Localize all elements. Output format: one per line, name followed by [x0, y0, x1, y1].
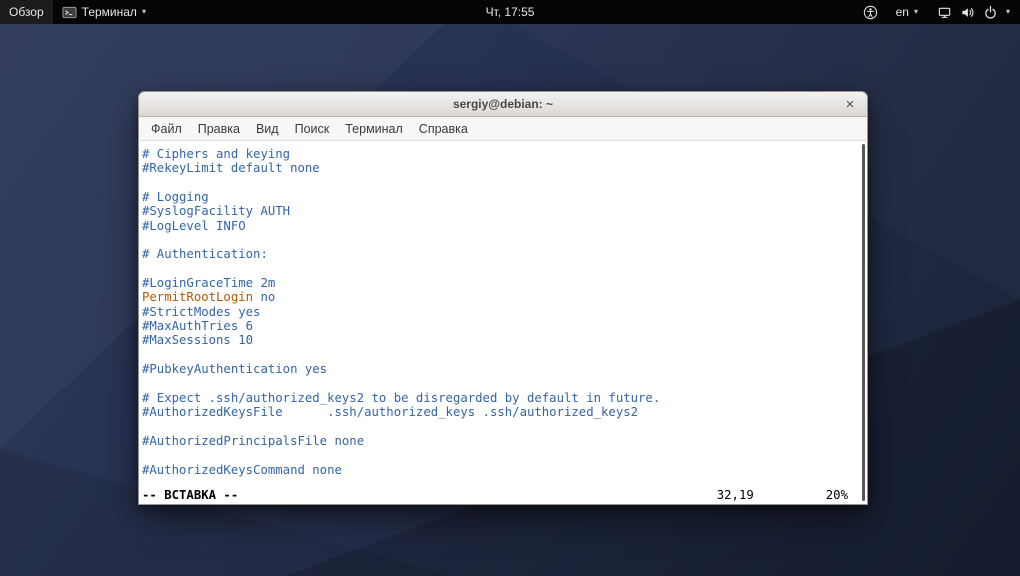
terminal-line: #AuthorizedKeysCommand none	[142, 463, 867, 477]
terminal-line: # Authentication:	[142, 247, 867, 261]
terminal-line: #LogLevel INFO	[142, 219, 867, 233]
menu-search-label: Поиск	[295, 122, 330, 136]
clock-label: Чт, 17:55	[486, 5, 535, 19]
terminal-icon	[62, 5, 77, 20]
terminal-text-segment: # Logging	[142, 190, 209, 204]
terminal-text-segment: #PubkeyAuthentication yes	[142, 362, 327, 376]
menu-help-label: Справка	[419, 122, 468, 136]
terminal-line: #MaxAuthTries 6	[142, 319, 867, 333]
menu-search[interactable]: Поиск	[287, 117, 338, 140]
keyboard-layout-button[interactable]: en ▾	[887, 0, 927, 24]
network-icon	[937, 5, 952, 20]
terminal-text-segment: #AuthorizedPrincipalsFile none	[142, 434, 364, 448]
terminal-text-segment: #AuthorizedKeysFile .ssh/authorized_keys…	[142, 405, 638, 419]
terminal-line: #PubkeyAuthentication yes	[142, 362, 867, 376]
terminal-line: PermitRootLogin no	[142, 290, 867, 304]
close-button[interactable]: ×	[839, 92, 861, 116]
menu-view-label: Вид	[256, 122, 279, 136]
terminal-text-segment: #StrictModes yes	[142, 305, 260, 319]
terminal-text-segment: PermitRootLogin	[142, 290, 253, 304]
vim-scroll-percent: 20%	[826, 488, 848, 502]
terminal-line: #StrictModes yes	[142, 305, 867, 319]
accessibility-icon	[863, 5, 878, 20]
terminal-content[interactable]: # Ciphers and keying#RekeyLimit default …	[138, 141, 868, 505]
menu-edit-label: Правка	[198, 122, 240, 136]
terminal-line: # Logging	[142, 190, 867, 204]
terminal-line: #AuthorizedPrincipalsFile none	[142, 434, 867, 448]
terminal-line: #AuthorizedKeysFile .ssh/authorized_keys…	[142, 405, 867, 419]
terminal-line: # Expect .ssh/authorized_keys2 to be dis…	[142, 391, 867, 405]
terminal-text-segment: # Ciphers and keying	[142, 147, 290, 161]
terminal-line	[142, 420, 867, 434]
app-menu-terminal[interactable]: Терминал ▾	[53, 0, 155, 24]
terminal-text-segment: # Authentication:	[142, 247, 268, 261]
terminal-text-segment: #SyslogFacility AUTH	[142, 204, 290, 218]
clock-button[interactable]: Чт, 17:55	[476, 0, 545, 24]
accessibility-menu-button[interactable]	[854, 0, 887, 24]
terminal-text-segment: #RekeyLimit default none	[142, 161, 320, 175]
gnome-top-bar: Обзор Терминал ▾ Чт, 17:55 en ▾	[0, 0, 1020, 24]
close-icon: ×	[846, 96, 855, 113]
menu-file-label: Файл	[151, 122, 182, 136]
menu-file[interactable]: Файл	[143, 117, 190, 140]
menu-help[interactable]: Справка	[411, 117, 476, 140]
keyboard-layout-label: en	[896, 5, 909, 19]
activities-label: Обзор	[9, 5, 44, 19]
menu-view[interactable]: Вид	[248, 117, 287, 140]
system-menu-button[interactable]: ▾	[927, 0, 1020, 24]
terminal-line	[142, 233, 867, 247]
activities-button[interactable]: Обзор	[0, 0, 53, 24]
terminal-text-segment: no	[253, 290, 275, 304]
terminal-line: # Ciphers and keying	[142, 147, 867, 161]
vim-statusline: -- ВСТАВКА -- 32,19 20%	[142, 488, 864, 502]
vim-mode-indicator: -- ВСТАВКА --	[142, 488, 238, 502]
terminal-text-segment: #MaxAuthTries 6	[142, 319, 253, 333]
terminal-line	[142, 176, 867, 190]
terminal-text-segment: #LogLevel INFO	[142, 219, 246, 233]
window-titlebar[interactable]: sergiy@debian: ~ ×	[138, 91, 868, 117]
chevron-down-icon: ▾	[914, 8, 918, 16]
menu-terminal-label: Терминал	[345, 122, 403, 136]
chevron-down-icon: ▾	[1006, 8, 1010, 16]
window-title: sergiy@debian: ~	[453, 97, 553, 111]
terminal-line	[142, 348, 867, 362]
terminal-line: #SyslogFacility AUTH	[142, 204, 867, 218]
terminal-scrollbar[interactable]	[862, 144, 865, 501]
terminal-text-segment: #LoginGraceTime 2m	[142, 276, 275, 290]
terminal-line	[142, 377, 867, 391]
terminal-text-segment: # Expect .ssh/authorized_keys2 to be dis…	[142, 391, 660, 405]
vim-ruler: 32,19	[717, 488, 754, 502]
app-menu-label: Терминал	[82, 5, 137, 19]
terminal-line: #RekeyLimit default none	[142, 161, 867, 175]
terminal-line	[142, 448, 867, 462]
power-icon	[983, 5, 998, 20]
terminal-line: #MaxSessions 10	[142, 333, 867, 347]
menu-terminal[interactable]: Терминал	[337, 117, 411, 140]
terminal-text-segment: #MaxSessions 10	[142, 333, 253, 347]
terminal-text-segment: #AuthorizedKeysCommand none	[142, 463, 342, 477]
chevron-down-icon: ▾	[142, 8, 146, 16]
volume-icon	[960, 5, 975, 20]
terminal-line: #LoginGraceTime 2m	[142, 276, 867, 290]
terminal-line	[142, 262, 867, 276]
menu-edit[interactable]: Правка	[190, 117, 248, 140]
terminal-window: sergiy@debian: ~ × Файл Правка Вид Поиск…	[138, 91, 868, 505]
terminal-lines: # Ciphers and keying#RekeyLimit default …	[142, 147, 867, 477]
terminal-menubar: Файл Правка Вид Поиск Терминал Справка	[138, 117, 868, 141]
topbar-status-area: en ▾ ▾	[854, 0, 1020, 24]
